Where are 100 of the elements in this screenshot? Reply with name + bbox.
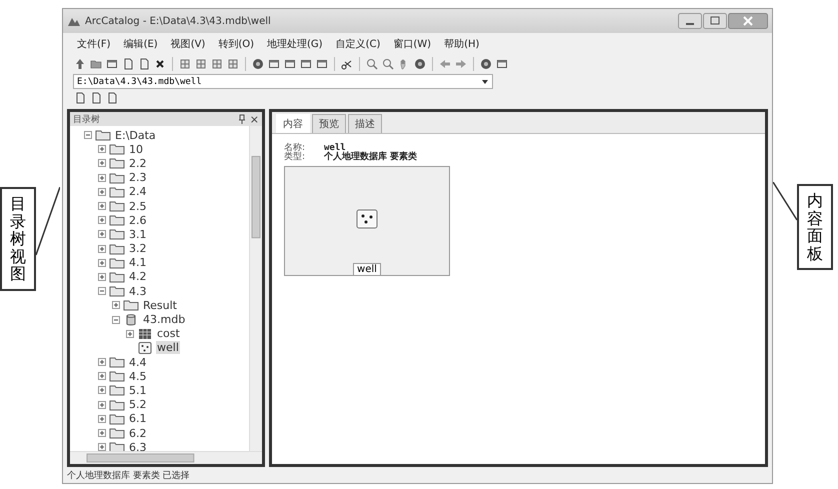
- menu-item[interactable]: 转到(O): [218, 37, 254, 51]
- expand-icon[interactable]: [98, 443, 106, 451]
- menu-item[interactable]: 文件(F): [77, 37, 111, 51]
- address-field[interactable]: E:\Data\4.3\43.mdb\well: [73, 74, 493, 89]
- tab[interactable]: 描述: [348, 114, 382, 133]
- expand-icon[interactable]: [98, 230, 106, 238]
- leader-line: [773, 182, 797, 222]
- globe-icon[interactable]: [252, 58, 264, 70]
- grid-icon[interactable]: [211, 58, 223, 70]
- collapse-icon[interactable]: [98, 287, 106, 296]
- window-icon[interactable]: [300, 58, 312, 70]
- tree-item[interactable]: E:\Data: [114, 128, 157, 142]
- menu-item[interactable]: 视图(V): [170, 37, 206, 51]
- tree-item[interactable]: 4.1: [128, 256, 148, 270]
- expand-icon[interactable]: [98, 372, 106, 380]
- document-icon[interactable]: [106, 92, 118, 104]
- close-button[interactable]: ×: [250, 112, 259, 126]
- menu-item[interactable]: 地理处理(G): [267, 37, 323, 51]
- menu-item[interactable]: 窗口(W): [393, 37, 432, 51]
- tree-item[interactable]: 6.2: [128, 426, 148, 440]
- tree-item[interactable]: 43.mdb: [142, 313, 186, 326]
- callout-label: 目录树视图: [0, 187, 36, 291]
- tree-item[interactable]: 4.2: [128, 270, 148, 284]
- panel-title: 目录树: [73, 114, 101, 126]
- scissors-icon[interactable]: [341, 58, 353, 70]
- expand-icon[interactable]: [98, 174, 106, 182]
- expand-icon[interactable]: [98, 358, 106, 366]
- horizontal-scrollbar[interactable]: [70, 451, 262, 464]
- tree-item[interactable]: 10: [128, 142, 144, 156]
- expand-icon[interactable]: [112, 301, 120, 310]
- grid-icon[interactable]: [179, 58, 191, 70]
- tree-item[interactable]: 2.3: [128, 171, 148, 184]
- dropdown-arrow-icon[interactable]: [481, 78, 489, 86]
- expand-icon[interactable]: [98, 159, 106, 168]
- tree-item[interactable]: 2.5: [128, 200, 148, 213]
- tree-item[interactable]: 6.1: [128, 412, 148, 426]
- tree-item[interactable]: 4.3: [128, 284, 148, 298]
- collapse-icon[interactable]: [112, 316, 120, 324]
- folder-icon: [109, 398, 125, 411]
- zoom-in-icon[interactable]: [366, 58, 378, 70]
- menu-item[interactable]: 帮助(H): [444, 37, 480, 51]
- document-icon[interactable]: [74, 92, 86, 104]
- tree-item[interactable]: cost: [156, 327, 181, 340]
- expand-icon[interactable]: [98, 414, 106, 423]
- tree-item[interactable]: 5.1: [128, 384, 148, 397]
- pin-icon[interactable]: [238, 114, 246, 124]
- expand-icon[interactable]: [98, 429, 106, 438]
- expand-icon[interactable]: [98, 202, 106, 210]
- tree-item[interactable]: 3.1: [128, 228, 148, 241]
- tree-item[interactable]: 2.2: [128, 156, 148, 170]
- expand-icon[interactable]: [98, 216, 106, 224]
- up-arrow-icon[interactable]: [74, 58, 86, 70]
- folder-icon: [109, 242, 125, 255]
- tree-item[interactable]: 2.6: [128, 214, 148, 227]
- close-button[interactable]: [728, 13, 768, 29]
- expand-icon[interactable]: [98, 272, 106, 281]
- delete-icon[interactable]: [154, 58, 166, 70]
- grid-icon[interactable]: [227, 58, 239, 70]
- window-icon[interactable]: [106, 58, 118, 70]
- window-icon[interactable]: [496, 58, 508, 70]
- collapse-icon[interactable]: [84, 131, 92, 140]
- window-icon[interactable]: [316, 58, 328, 70]
- folder-icon[interactable]: [90, 58, 102, 70]
- window-icon[interactable]: [268, 58, 280, 70]
- thumbnail[interactable]: well: [284, 166, 450, 276]
- tree-item[interactable]: 5.2: [128, 398, 148, 412]
- vertical-scrollbar[interactable]: [249, 126, 262, 451]
- document-icon[interactable]: [122, 58, 134, 70]
- menu-item[interactable]: 自定义(C): [336, 37, 380, 51]
- field-label: 名称:: [284, 144, 306, 153]
- expand-icon[interactable]: [98, 400, 106, 409]
- document-icon[interactable]: [90, 92, 102, 104]
- menu-item[interactable]: 编辑(E): [124, 37, 158, 51]
- folder-icon: [109, 270, 125, 283]
- expand-icon[interactable]: [98, 386, 106, 394]
- tree-item[interactable]: 4.5: [128, 370, 148, 383]
- tree-item[interactable]: 4.4: [128, 356, 148, 369]
- globe-icon[interactable]: [414, 58, 426, 70]
- tree-item[interactable]: well: [156, 341, 180, 354]
- expand-icon[interactable]: [98, 188, 106, 196]
- thumbnail-label: well: [353, 263, 381, 275]
- maximize-button[interactable]: [703, 13, 727, 29]
- folder-icon: [109, 143, 125, 156]
- tree-item[interactable]: 2.4: [128, 185, 148, 198]
- expand-icon[interactable]: [98, 258, 106, 267]
- zoom-out-icon[interactable]: [382, 58, 394, 70]
- tree-item[interactable]: Result: [142, 298, 178, 312]
- tab[interactable]: 预览: [312, 114, 346, 133]
- minimize-button[interactable]: [678, 13, 702, 29]
- tab[interactable]: 内容: [276, 114, 310, 133]
- expand-icon[interactable]: [98, 244, 106, 253]
- grid-icon[interactable]: [195, 58, 207, 70]
- expand-icon[interactable]: [126, 330, 134, 338]
- callout-label: 内容面板: [797, 184, 833, 270]
- document-icon[interactable]: [138, 58, 150, 70]
- expand-icon[interactable]: [98, 145, 106, 154]
- tree-item[interactable]: 6.3: [128, 440, 148, 451]
- tree-item[interactable]: 3.2: [128, 242, 148, 256]
- window-icon[interactable]: [284, 58, 296, 70]
- globe-icon[interactable]: [480, 58, 492, 70]
